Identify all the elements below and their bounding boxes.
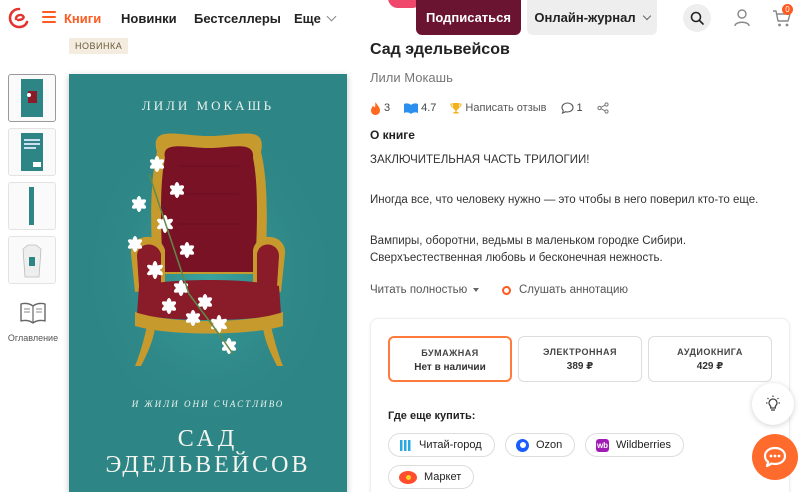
comments-count[interactable]: 1 xyxy=(577,102,583,114)
format-ebook[interactable]: ЭЛЕКТРОННАЯ 389 ₽ xyxy=(518,336,642,382)
cover-title-line1: САД xyxy=(177,426,239,452)
shop-chitai-gorod[interactable]: Читай-город xyxy=(388,433,495,457)
format-status: Нет в наличии xyxy=(414,362,486,373)
shop-wildberries[interactable]: wb Wildberries xyxy=(585,433,685,457)
journal-label: Онлайн-журнал xyxy=(534,10,636,25)
lightbulb-icon xyxy=(766,395,780,411)
menu-icon[interactable] xyxy=(42,11,56,23)
user-icon[interactable] xyxy=(733,8,751,28)
cover-title-line2: ЭДЕЛЬВЕЙСОВ xyxy=(105,452,311,478)
annotation-para2: Иногда все, что человеку нужно — это что… xyxy=(370,194,759,206)
fire-count: 3 xyxy=(384,102,391,114)
format-label: ЭЛЕКТРОННАЯ xyxy=(543,347,617,357)
format-audiobook[interactable]: АУДИОКНИГА 429 ₽ xyxy=(648,336,772,382)
nav-more[interactable]: Еще xyxy=(294,11,337,26)
thumbnail-cover[interactable] xyxy=(8,74,56,122)
search-button[interactable] xyxy=(683,4,711,32)
format-price: 389 ₽ xyxy=(566,361,594,372)
caret-down-icon xyxy=(473,288,480,292)
book-stats: 3 4.7 Написать отзыв 1 xyxy=(370,100,609,116)
share-icon[interactable] xyxy=(597,102,609,114)
nav-bestsellers[interactable]: Бестселлеры xyxy=(194,11,281,26)
wildberries-icon: wb xyxy=(596,438,609,452)
about-heading: О книге xyxy=(370,128,415,142)
shop-label: Читай-город xyxy=(419,439,482,451)
nav-new[interactable]: Новинки xyxy=(121,11,177,26)
cover-tagline: И ЖИЛИ ОНИ СЧАСТЛИВО xyxy=(131,399,285,409)
write-review-link[interactable]: Написать отзыв xyxy=(465,102,546,114)
ozon-icon xyxy=(516,438,529,452)
shop-label: Wildberries xyxy=(616,439,672,451)
new-badge: НОВИНКА xyxy=(69,38,129,54)
shop-label: Ozon xyxy=(536,439,563,451)
market-icon xyxy=(399,470,417,484)
thumbnail-back[interactable] xyxy=(8,128,56,176)
audio-dot-icon xyxy=(502,285,511,295)
fire-icon xyxy=(371,101,380,115)
listen-label: Слушать аннотацию xyxy=(519,284,628,296)
top-header: Книги Новинки Бестселлеры Еще Подписатьс… xyxy=(0,0,800,37)
spine-thumb-image xyxy=(29,187,34,225)
cart-count-badge: 0 xyxy=(782,4,793,15)
book-cover[interactable]: ЛИЛИ МОКАШЬ И ЖИЛИ ОНИ СЧАСТЛИВО САД ЭДЕ… xyxy=(69,74,347,492)
shop-label: Маркет xyxy=(424,471,462,483)
chevron-down-icon xyxy=(326,11,337,22)
read-more-label: Читать полностью xyxy=(370,284,468,296)
read-more-link[interactable]: Читать полностью xyxy=(370,284,480,296)
open-book-icon xyxy=(20,302,46,324)
thumbnail-merch[interactable] xyxy=(8,236,56,284)
format-label: АУДИОКНИГА xyxy=(677,347,743,357)
annotation-para3-line2: Сверхъестественная любовь и бесконечная … xyxy=(370,252,663,264)
where-to-buy-heading: Где еще купить: xyxy=(388,410,476,422)
chat-button[interactable] xyxy=(752,434,798,480)
nav-books[interactable]: Книги xyxy=(64,11,101,26)
format-paper[interactable]: БУМАЖНАЯ Нет в наличии xyxy=(388,336,512,382)
thumbnail-spine[interactable] xyxy=(8,182,56,230)
shop-ozon[interactable]: Ozon xyxy=(505,433,576,457)
open-book-rating-icon xyxy=(404,102,419,114)
search-icon xyxy=(690,11,704,25)
annotation-para1: ЗАКЛЮЧИТЕЛЬНАЯ ЧАСТЬ ТРИЛОГИИ! xyxy=(370,154,590,166)
book-author-link[interactable]: Лили Мокашь xyxy=(370,70,453,85)
table-of-contents[interactable]: Оглавление xyxy=(6,302,60,343)
chitai-gorod-icon xyxy=(400,439,411,451)
chevron-down-icon xyxy=(642,11,651,20)
book-title: Сад эдельвейсов xyxy=(370,41,510,58)
trophy-icon xyxy=(450,103,462,114)
format-price: 429 ₽ xyxy=(696,361,724,372)
cover-thumb-image xyxy=(21,79,43,117)
rating-value: 4.7 xyxy=(421,102,437,114)
chat-icon xyxy=(763,446,787,468)
format-label: БУМАЖНАЯ xyxy=(421,348,479,358)
comment-icon xyxy=(560,102,574,114)
toc-label: Оглавление xyxy=(7,333,59,343)
annotation-para3-line1: Вампиры, оборотни, ведьмы в маленьком го… xyxy=(370,235,687,247)
listen-annotation-link[interactable]: Слушать аннотацию xyxy=(502,284,628,296)
merch-thumb-image xyxy=(22,244,42,278)
logo-icon[interactable] xyxy=(8,7,30,29)
back-thumb-image xyxy=(21,133,43,171)
shop-market[interactable]: Маркет xyxy=(388,465,475,489)
nav-more-label: Еще xyxy=(294,11,321,26)
journal-button[interactable]: Онлайн-журнал xyxy=(527,0,657,35)
subscribe-button[interactable]: Подписаться xyxy=(416,0,521,35)
hint-button[interactable] xyxy=(752,383,794,425)
